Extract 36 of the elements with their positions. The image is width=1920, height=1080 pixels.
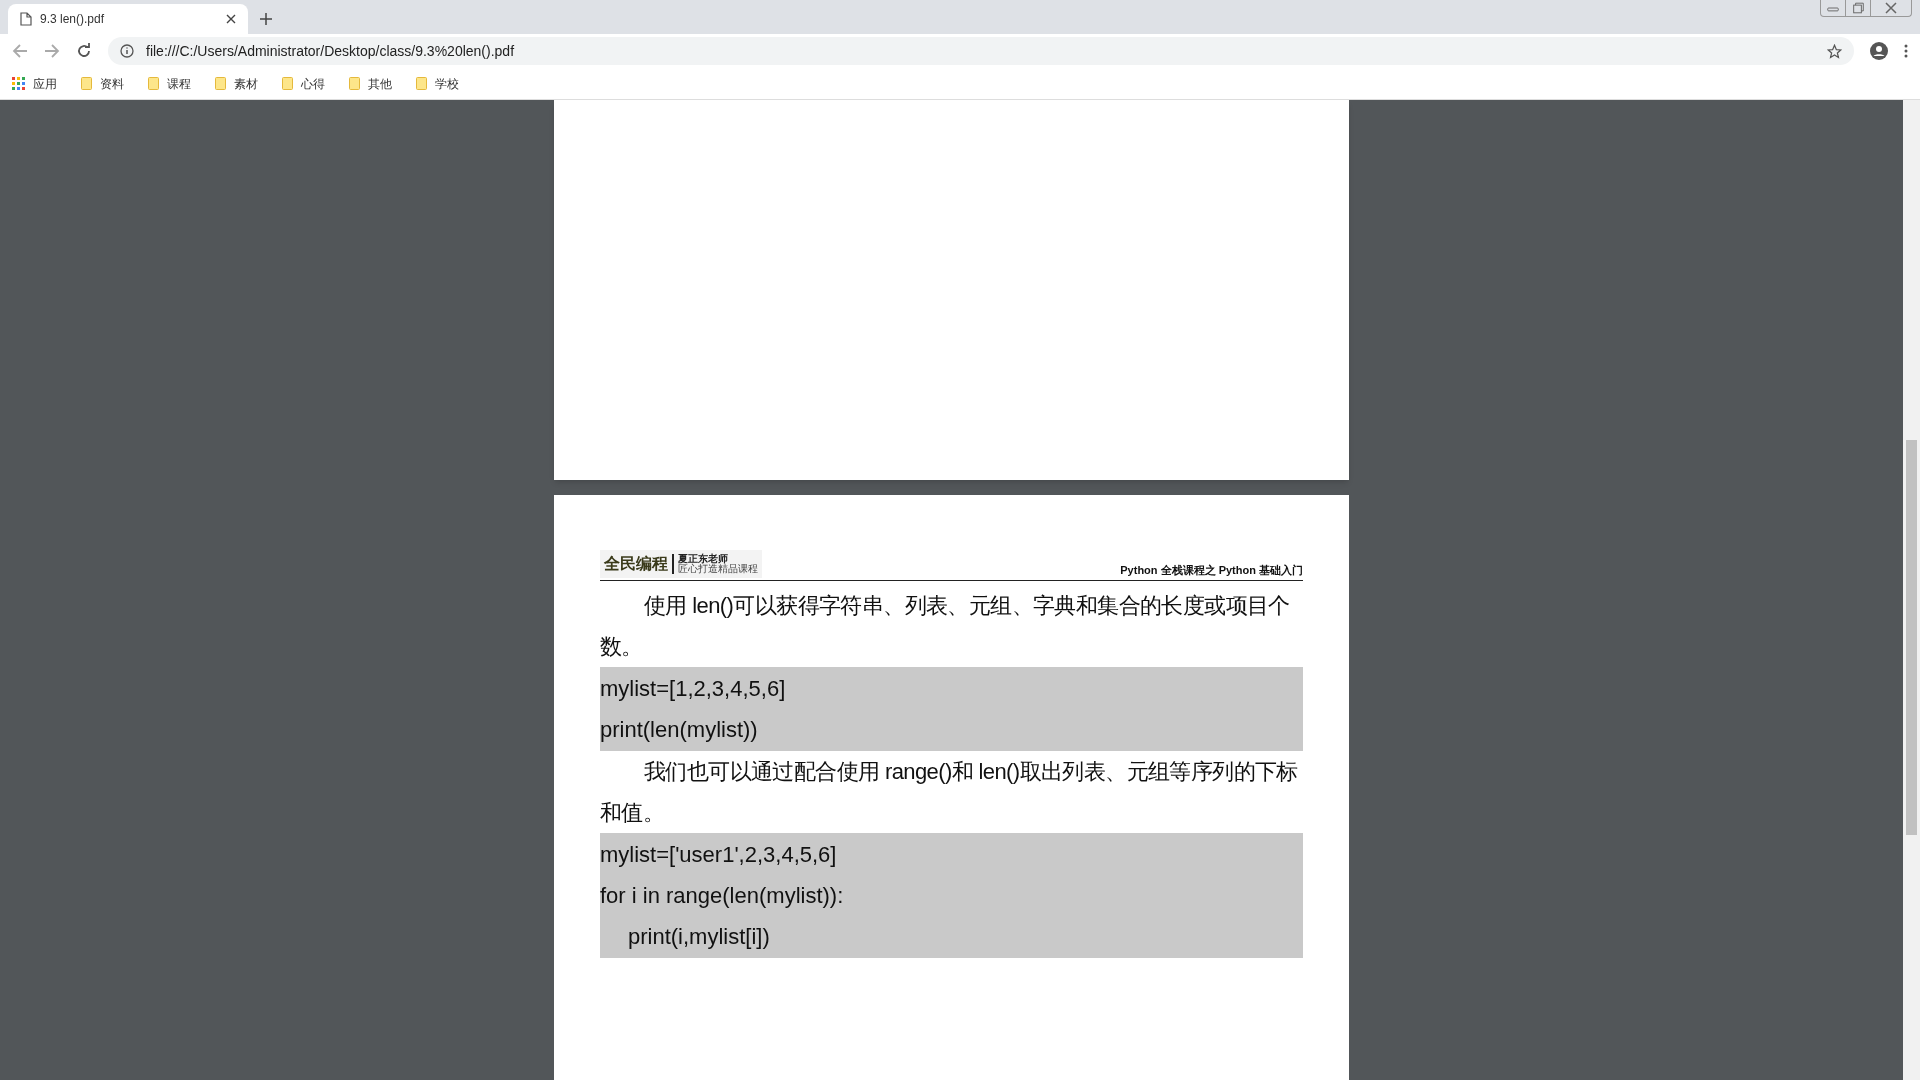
reload-icon[interactable] (76, 43, 92, 59)
menu-icon[interactable] (1904, 44, 1908, 58)
profile-icon[interactable] (1870, 42, 1888, 60)
address-bar[interactable]: file:///C:/Users/Administrator/Desktop/class/9.3%20len().pdf (108, 37, 1854, 65)
bookmark-item[interactable]: 心得 (282, 74, 325, 93)
tab-title: 9.3 len().pdf (40, 11, 106, 28)
apps-shortcut[interactable]: 应用 (12, 74, 57, 93)
code-line: mylist=['user1',2,3,4,5,6] (600, 841, 837, 869)
bookmark-item[interactable]: 课程 (148, 74, 191, 93)
paragraph: 我们也可以通过配合使用 range()和 len()取出列表、元组等序列的下标和值。 (600, 758, 1299, 827)
folder-icon (148, 77, 159, 90)
info-icon[interactable] (120, 44, 134, 58)
paragraph: 使用 len()可以获得字符串、列表、元组、字典和集合的长度或项目个数。 (600, 592, 1291, 661)
code-line: mylist=[1,2,3,4,5,6] (600, 675, 786, 703)
url-text: file:///C:/Users/Administrator/Desktop/class/9.3%20len().pdf (146, 41, 516, 61)
scrollbar[interactable] (1903, 100, 1920, 1080)
new-tab-icon[interactable] (260, 13, 272, 25)
document-icon (20, 12, 32, 26)
star-icon[interactable] (1827, 43, 1842, 59)
browser-tab[interactable]: 9.3 len().pdf (8, 4, 248, 34)
bookmark-item[interactable]: 其他 (349, 74, 392, 93)
folder-icon (215, 77, 226, 90)
bookmark-item[interactable]: 素材 (215, 74, 258, 93)
folder-icon (349, 77, 360, 90)
folder-icon (81, 77, 92, 90)
code-line: print(len(mylist)) (600, 716, 758, 744)
apps-grid-icon (12, 77, 25, 90)
bookmark-item[interactable]: 资料 (81, 74, 124, 93)
close-icon[interactable] (226, 14, 236, 24)
code-line: print(i,mylist[i]) (627, 923, 770, 951)
folder-icon (282, 77, 293, 90)
bookmark-item[interactable]: 学校 (416, 74, 459, 93)
folder-icon (416, 77, 427, 90)
code-line: for i in range(len(mylist)): (600, 882, 844, 910)
scrollbar-thumb[interactable] (1906, 440, 1917, 835)
course-title: Python 全栈课程之 Python 基础入门 (1120, 562, 1303, 578)
